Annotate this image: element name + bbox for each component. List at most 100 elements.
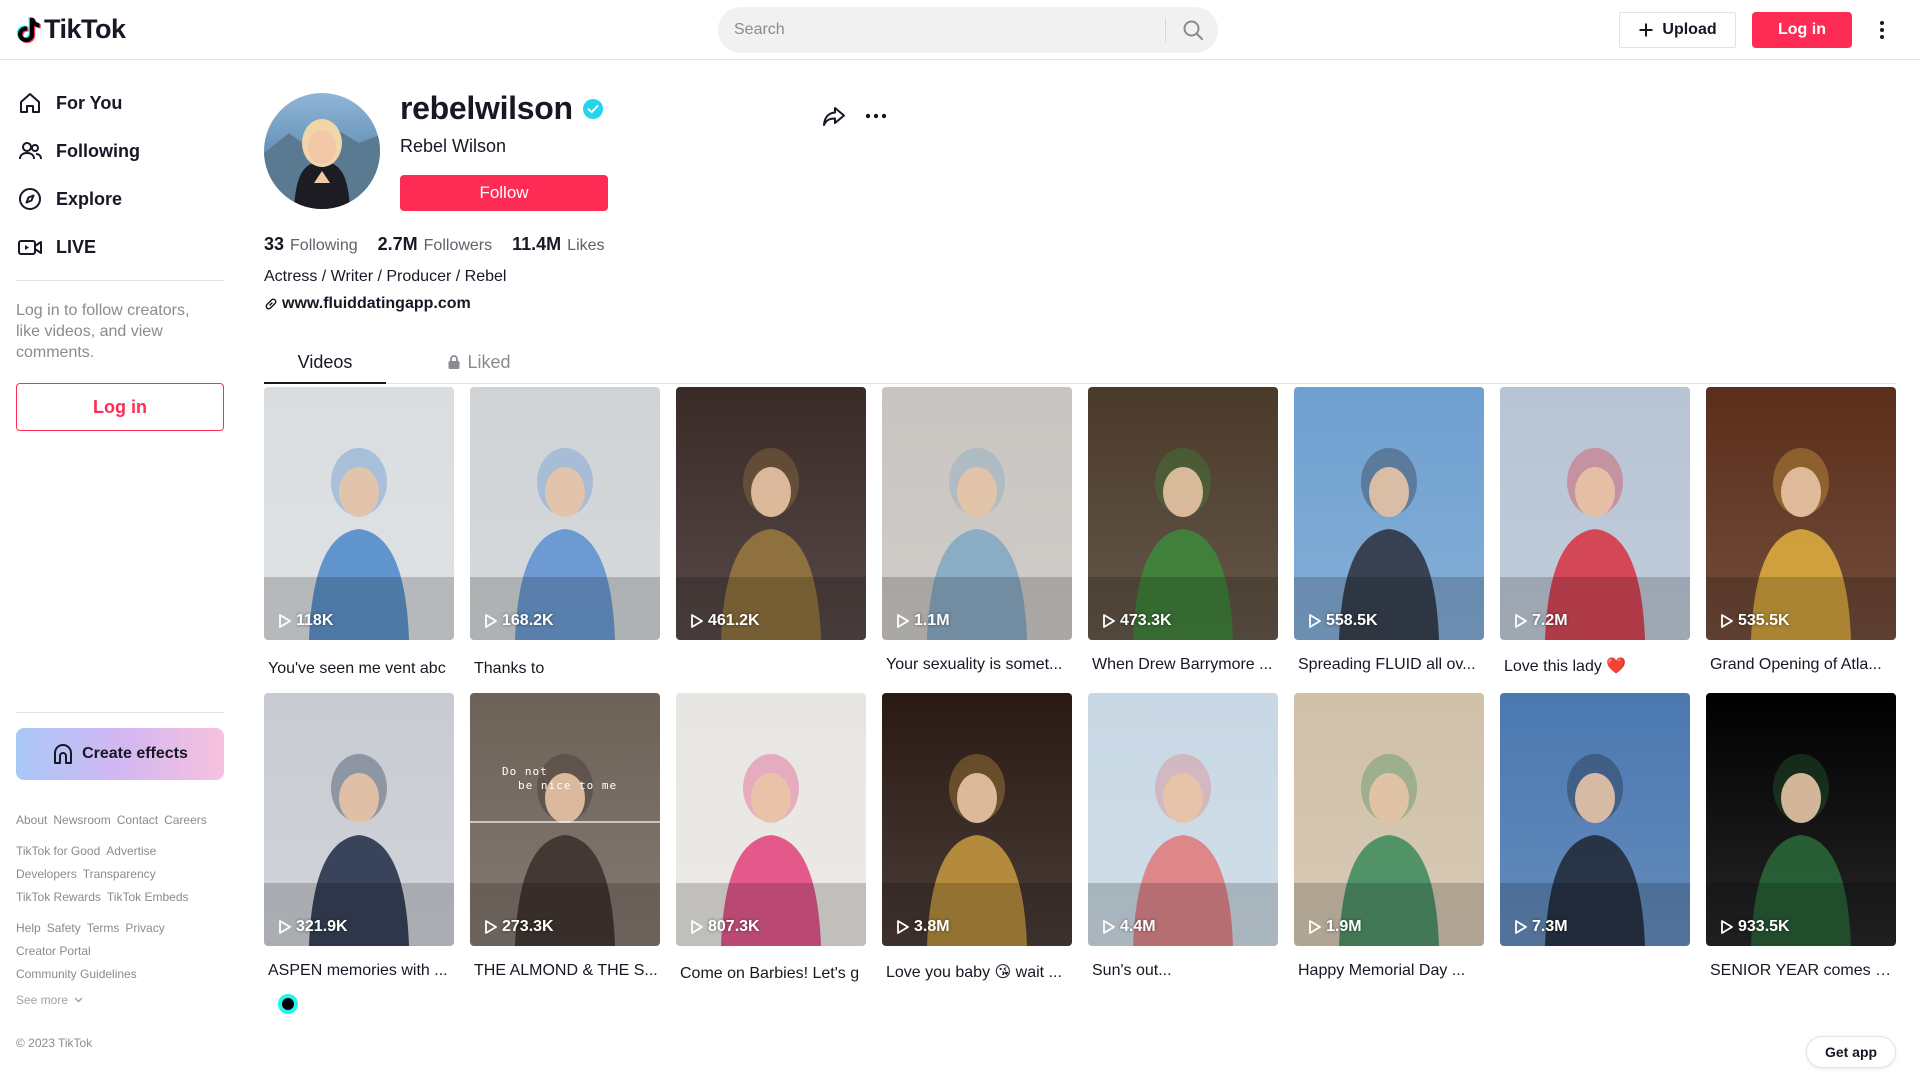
profile-link[interactable]: www.fluiddatingapp.com (264, 295, 471, 313)
video-card[interactable]: 4.4M Sun's out... (1088, 693, 1278, 993)
play-icon (691, 920, 703, 934)
footer-links-row: TikTok Rewards TikTok Embeds (16, 890, 189, 904)
video-caption[interactable]: Your sexuality is somet... (886, 656, 1072, 674)
video-thumbnail[interactable]: 321.9K (264, 693, 454, 946)
header-login-button[interactable]: Log in (1752, 12, 1852, 48)
video-thumbnail[interactable]: Do not be nice to me 273.3K (470, 693, 660, 946)
video-card[interactable]: 558.5K Spreading FLUID all ov... (1294, 387, 1484, 687)
video-thumbnail[interactable]: 1.1M (882, 387, 1072, 640)
tab-liked[interactable]: Liked (418, 340, 540, 384)
stat-value: 33 (264, 234, 285, 254)
footer-link[interactable]: Terms (87, 921, 120, 935)
nav-explore[interactable]: Explore (16, 179, 122, 219)
video-caption[interactable]: When Drew Barrymore ... (1092, 656, 1278, 674)
nav-following[interactable]: Following (16, 131, 140, 171)
video-thumbnail[interactable]: 535.5K (1706, 387, 1896, 640)
profile-more-button[interactable] (862, 102, 890, 130)
video-thumbnail[interactable]: 3.8M (882, 693, 1072, 946)
video-caption[interactable]: Love this lady ❤️ (1504, 656, 1690, 676)
video-caption[interactable]: Thanks to (474, 660, 660, 678)
video-caption[interactable]: Love you baby 😘 wait ... (886, 962, 1072, 982)
footer-link[interactable]: Newsroom (53, 813, 110, 827)
stat-value: 2.7M (377, 234, 418, 254)
create-effects-label: Create effects (82, 745, 188, 762)
video-card[interactable]: Do not be nice to me 273.3K THE ALMOND & TH… (470, 693, 660, 993)
stat-following[interactable]: 33 Following (264, 234, 358, 255)
footer-link[interactable]: Developers (16, 867, 77, 881)
video-thumbnail[interactable]: 168.2K (470, 387, 660, 640)
tab-videos[interactable]: Videos (264, 340, 386, 384)
tiktok-logo[interactable]: TikTok (16, 14, 126, 45)
follow-button[interactable]: Follow (400, 175, 608, 211)
video-card[interactable]: 473.3K When Drew Barrymore ... (1088, 387, 1278, 687)
video-caption[interactable]: SENIOR YEAR comes o... (1710, 962, 1896, 980)
get-app-button[interactable]: Get app (1806, 1036, 1896, 1068)
footer-link[interactable]: About (16, 813, 47, 827)
footer-link[interactable]: Community Guidelines (16, 967, 137, 981)
video-card[interactable]: 168.2K Thanks to (470, 387, 660, 687)
sidebar-login-button[interactable]: Log in (16, 383, 224, 431)
view-count-text: 7.2M (1532, 612, 1568, 629)
video-thumbnail[interactable]: 558.5K (1294, 387, 1484, 640)
footer-link[interactable]: Advertise (106, 844, 156, 858)
video-caption[interactable]: Happy Memorial Day ... (1298, 962, 1484, 980)
video-caption[interactable]: Grand Opening of Atla... (1710, 656, 1896, 674)
chevron-down-icon (74, 997, 83, 1003)
nav-label: Following (56, 140, 140, 161)
video-card[interactable]: 7.3M (1500, 693, 1690, 993)
footer-link[interactable]: TikTok Rewards (16, 890, 101, 904)
video-caption[interactable]: ASPEN memories with ... (268, 962, 454, 980)
see-more-button[interactable]: See more (16, 993, 83, 1007)
footer-link[interactable]: TikTok Embeds (107, 890, 189, 904)
footer-link[interactable]: Creator Portal (16, 944, 91, 958)
video-caption[interactable]: Spreading FLUID all ov... (1298, 656, 1484, 674)
footer-link[interactable]: Contact (117, 813, 158, 827)
video-card[interactable]: 535.5K Grand Opening of Atla... (1706, 387, 1896, 687)
video-caption[interactable]: You've seen me vent abc (268, 660, 454, 678)
video-card[interactable]: 3.8M Love you baby 😘 wait ... (882, 693, 1072, 993)
share-button[interactable] (820, 102, 848, 130)
video-card[interactable]: 118K You've seen me vent abc (264, 387, 454, 687)
footer-link[interactable]: Privacy (125, 921, 164, 935)
video-card[interactable]: 7.2M Love this lady ❤️ (1500, 387, 1690, 687)
view-count-text: 473.3K (1120, 612, 1172, 629)
video-card[interactable]: 807.3K Come on Barbies! Let's g (676, 693, 866, 993)
view-count-text: 321.9K (296, 918, 348, 935)
search-button[interactable] (1170, 7, 1216, 53)
nav-live[interactable]: LIVE (16, 227, 96, 267)
footer-link[interactable]: Safety (47, 921, 81, 935)
video-thumbnail[interactable]: 7.3M (1500, 693, 1690, 946)
video-card[interactable]: 1.1M Your sexuality is somet... (882, 387, 1072, 687)
stat-followers[interactable]: 2.7M Followers (378, 234, 493, 255)
search-input[interactable] (734, 7, 1154, 53)
video-thumbnail[interactable]: 933.5K (1706, 693, 1896, 946)
view-count: 461.2K (690, 612, 760, 630)
video-caption[interactable]: Sun's out... (1092, 962, 1278, 980)
footer-link[interactable]: TikTok for Good (16, 844, 100, 858)
video-thumbnail[interactable]: 4.4M (1088, 693, 1278, 946)
profile-nickname: Rebel Wilson (400, 136, 507, 156)
video-thumbnail[interactable]: 118K (264, 387, 454, 640)
more-menu-button[interactable] (1872, 16, 1892, 44)
video-caption[interactable]: THE ALMOND & THE S... (474, 962, 660, 980)
video-card[interactable]: 321.9K ASPEN memories with ... (264, 693, 454, 993)
video-thumbnail[interactable]: 1.9M (1294, 693, 1484, 946)
nav-for-you[interactable]: For You (16, 83, 122, 123)
video-card[interactable]: 461.2K (676, 387, 866, 687)
video-thumbnail[interactable]: 7.2M (1500, 387, 1690, 640)
video-thumbnail[interactable]: 473.3K (1088, 387, 1278, 640)
footer-link[interactable]: Careers (164, 813, 207, 827)
create-effects-button[interactable]: Create effects (16, 728, 224, 780)
tab-label: Liked (467, 351, 511, 372)
footer-link[interactable]: Transparency (83, 867, 156, 881)
video-thumbnail[interactable]: 461.2K (676, 387, 866, 640)
view-count: 558.5K (1308, 612, 1378, 630)
play-icon (1721, 920, 1733, 934)
video-thumbnail[interactable]: 807.3K (676, 693, 866, 946)
video-caption[interactable]: Come on Barbies! Let's g (680, 965, 866, 983)
footer-link[interactable]: Help (16, 921, 41, 935)
video-card[interactable]: 933.5K SENIOR YEAR comes o... (1706, 693, 1896, 993)
video-card[interactable]: 1.9M Happy Memorial Day ... (1294, 693, 1484, 993)
footer-links-row: Developers Transparency (16, 867, 156, 881)
upload-button[interactable]: Upload (1619, 12, 1736, 48)
